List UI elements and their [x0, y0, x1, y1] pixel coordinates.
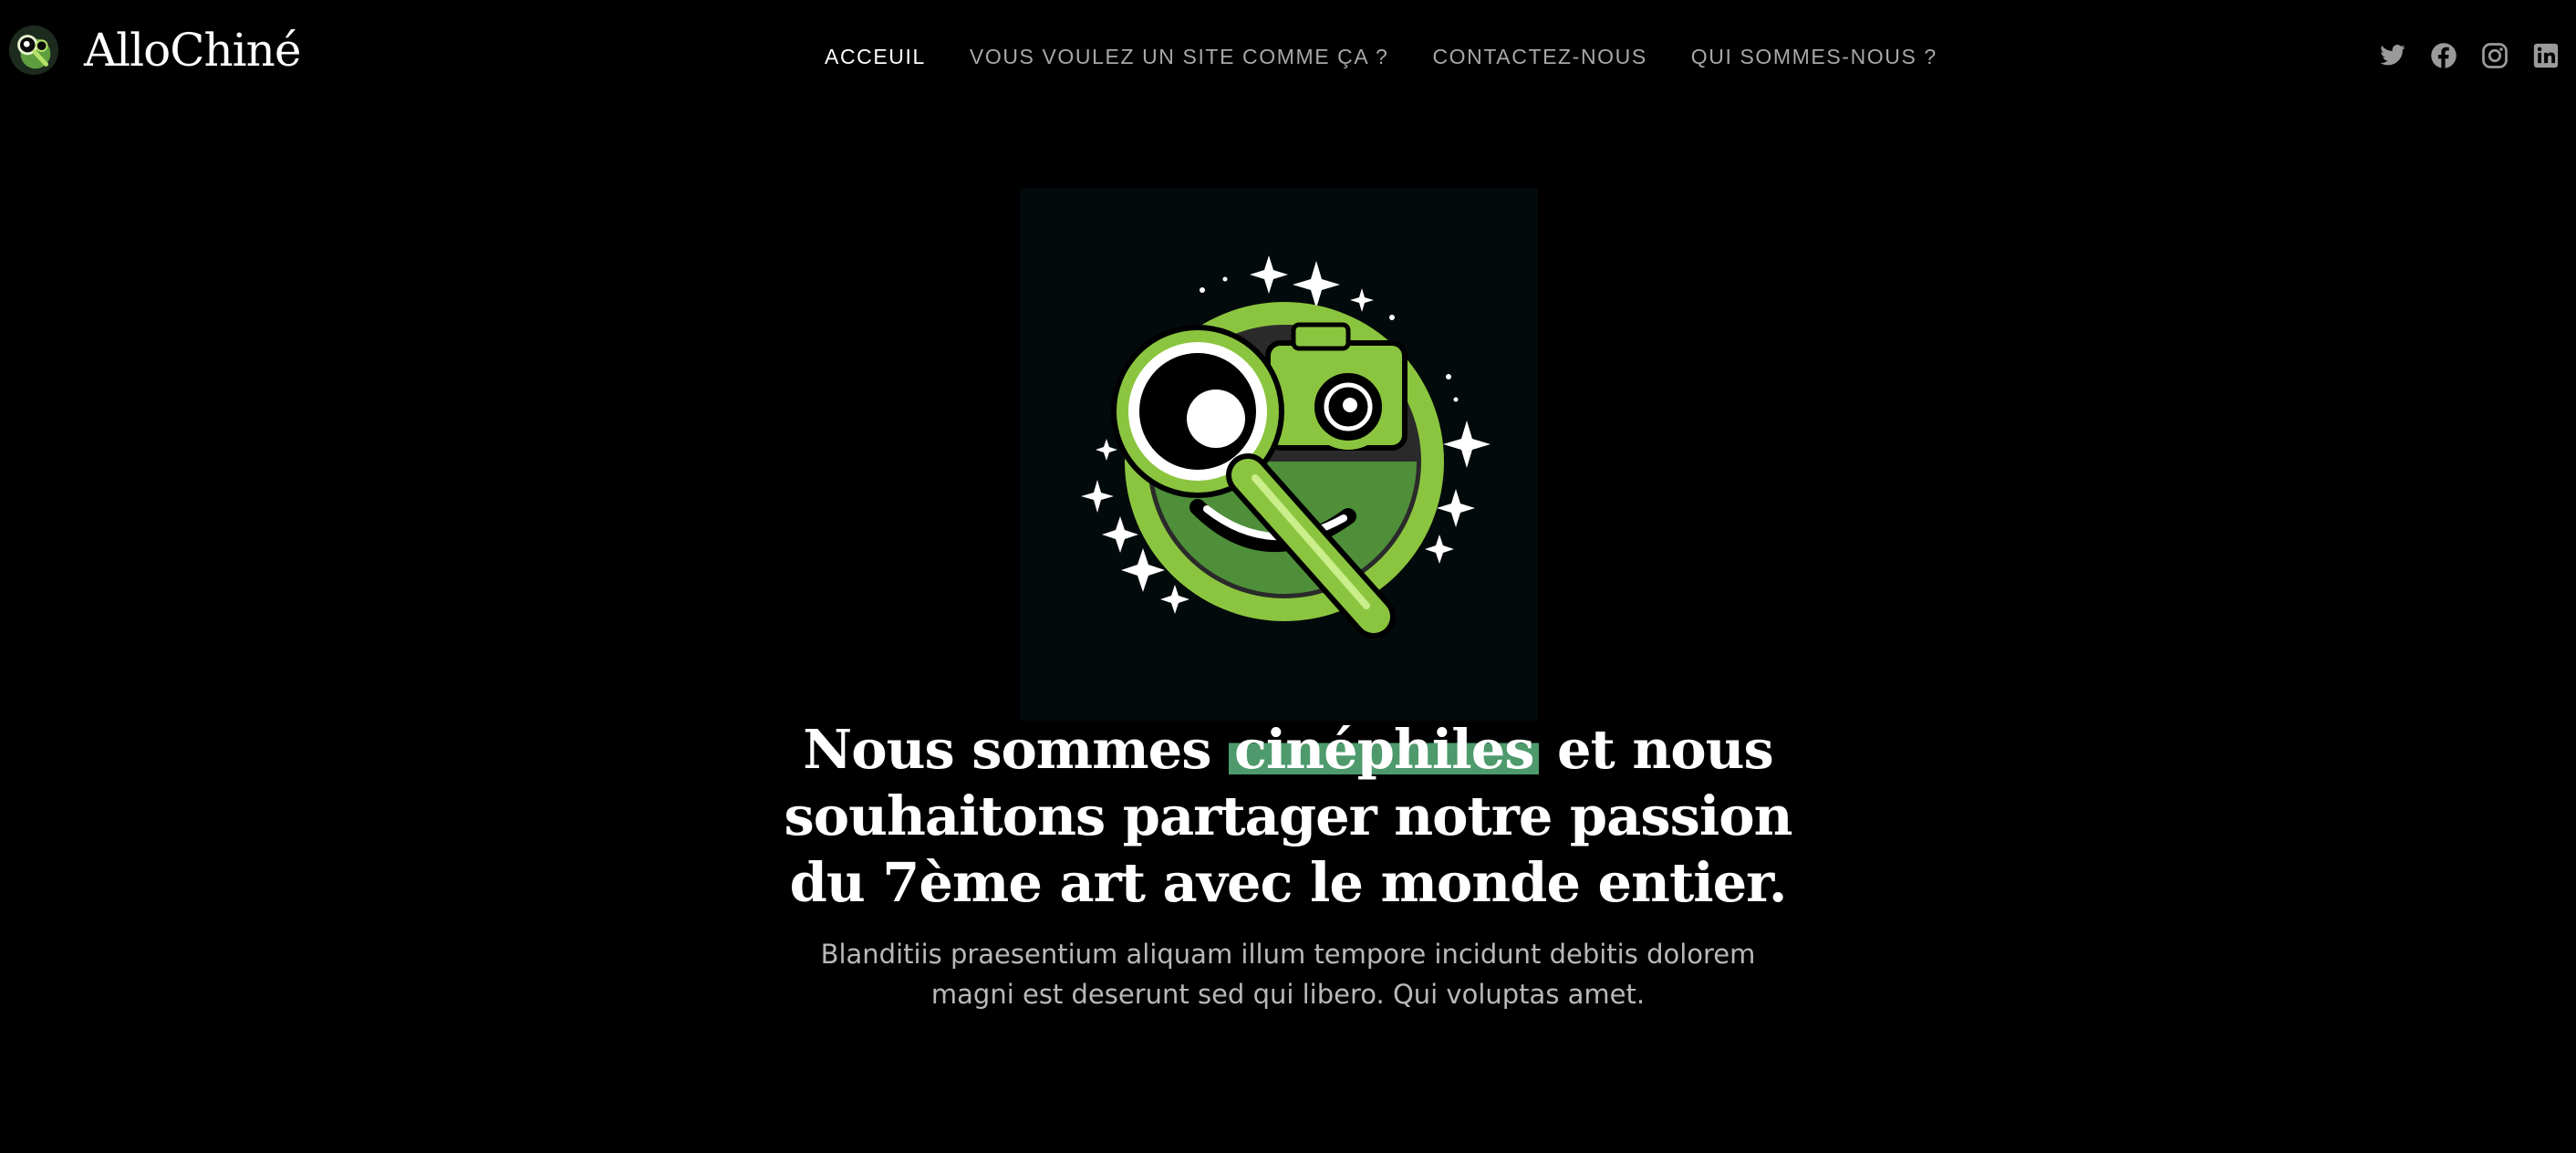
nav-item-site[interactable]: VOUS VOULEZ UN SITE COMME ÇA ? — [970, 44, 1389, 69]
hero-title-start: Nous sommes — [803, 718, 1229, 781]
brand-logo[interactable]: AlloChiné — [7, 24, 301, 77]
nav-item-accueil[interactable]: ACCEUIL — [825, 44, 926, 69]
magnifier-camera-mascot-icon — [1081, 255, 1491, 639]
facebook-icon[interactable] — [2430, 42, 2457, 69]
magnifier-camera-mascot-icon — [8, 25, 59, 76]
instagram-icon[interactable] — [2481, 42, 2508, 69]
hero-subtitle: Blanditiis praesentium aliquam illum tem… — [820, 939, 1756, 1010]
site-header: AlloChiné ACCEUIL VOUS VOULEZ UN SITE CO… — [0, 0, 2576, 113]
nav-item-about[interactable]: QUI SOMMES-NOUS ? — [1691, 44, 1937, 69]
hero-title: Nous sommes cinéphiles et nous souhaiton… — [741, 716, 1835, 916]
main-nav: ACCEUIL VOUS VOULEZ UN SITE COMME ÇA ? C… — [825, 44, 1981, 69]
linkedin-icon[interactable] — [2532, 42, 2560, 69]
hero-title-highlight: cinéphiles — [1228, 718, 1540, 781]
nav-item-contact[interactable]: CONTACTEZ-NOUS — [1432, 44, 1646, 69]
twitter-icon[interactable] — [2379, 42, 2406, 69]
hero-mascot-image — [1020, 188, 1538, 721]
brand-name: AlloChiné — [84, 24, 301, 77]
social-links — [2355, 42, 2560, 69]
